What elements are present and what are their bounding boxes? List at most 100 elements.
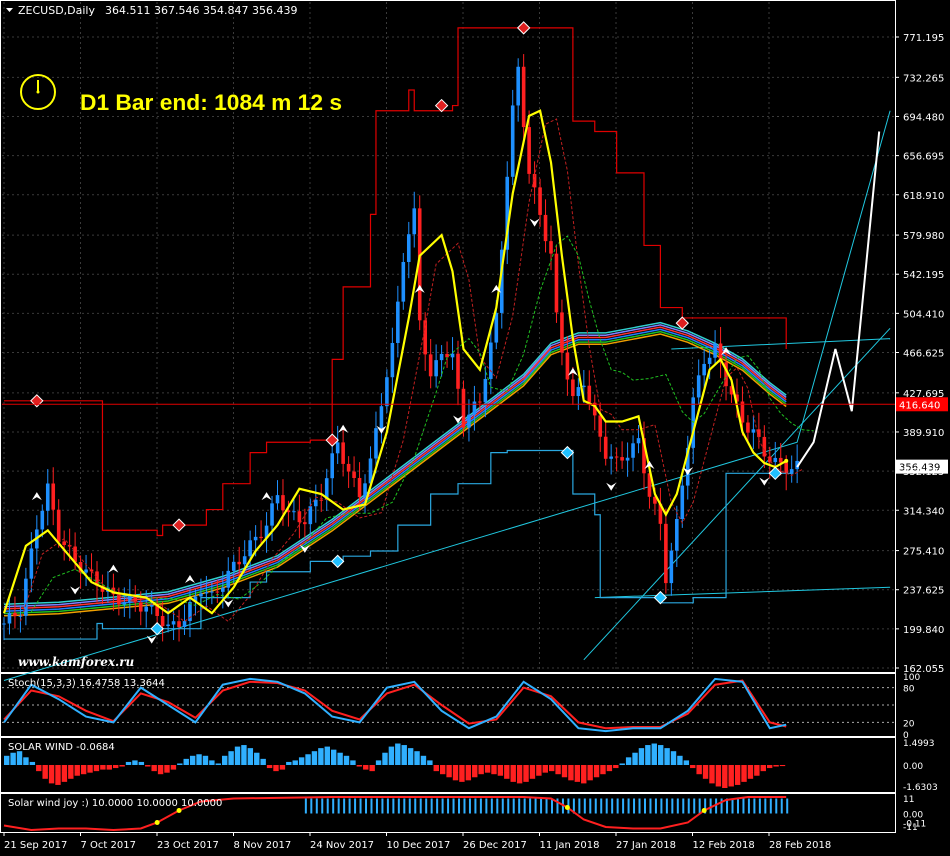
solar-wind-bar — [234, 746, 241, 765]
solar-wind-bar — [401, 745, 407, 765]
candle-body — [319, 499, 324, 501]
candle-body — [587, 385, 592, 403]
candle-body — [270, 503, 274, 526]
solar-wind-bar — [478, 765, 484, 775]
candle-body — [363, 483, 367, 498]
solar-wind-bar — [106, 765, 112, 770]
solar-wind-bar — [177, 763, 183, 765]
joy-bar — [687, 798, 690, 814]
candle-body — [56, 509, 61, 542]
x-tick-label: 10 Dec 2017 — [387, 840, 451, 851]
candle-body — [231, 561, 236, 571]
candle-body — [751, 429, 756, 433]
candle-body — [746, 422, 750, 433]
candle-body — [352, 471, 356, 478]
joy-bar — [343, 798, 346, 814]
dropdown-triangle-icon[interactable] — [6, 8, 13, 12]
solar-wind-panel: 1.4993 0.00 -1.6303 — [4, 739, 938, 793]
y-tick-label: 771.195 — [903, 33, 944, 44]
solar-wind-bar — [504, 765, 510, 779]
solar-wind-bar — [593, 765, 600, 778]
blue-diamond-icon — [768, 466, 782, 481]
solar-wind-bar — [690, 765, 696, 769]
candle-body — [374, 428, 378, 459]
solar-wind-bar — [343, 755, 350, 765]
candle-body — [483, 378, 488, 403]
solar-wind-bar — [330, 749, 337, 765]
candle-body — [29, 548, 34, 579]
joy-bar — [479, 798, 482, 814]
joy-bar — [540, 798, 543, 814]
stoch-tick-label: 20 — [903, 719, 915, 729]
candle-body — [456, 353, 460, 389]
solar-wind-bar — [298, 757, 305, 765]
joy-highlight — [701, 808, 707, 813]
candle-body — [773, 457, 778, 463]
joy-bar — [447, 798, 450, 814]
joy-bar — [458, 798, 461, 814]
joy-bar — [649, 798, 652, 814]
candle-body — [625, 457, 630, 461]
blue-diamond-icon — [653, 590, 668, 605]
candle-body — [434, 360, 438, 377]
joy-bar — [485, 798, 488, 814]
joy-bar — [643, 798, 646, 814]
solar-wind-bar — [709, 765, 715, 784]
solar-wind-bar — [189, 755, 196, 765]
solar-wind-bar — [170, 765, 177, 770]
candle-body — [494, 312, 499, 343]
joy-bar — [403, 798, 406, 814]
solar-wind-bar — [266, 765, 273, 769]
joy-bar — [321, 798, 324, 814]
stoch-tick-label: 80 — [903, 685, 915, 695]
candle-body — [226, 570, 231, 588]
solar-wind-bar — [164, 765, 170, 773]
solar-wind-bar — [260, 758, 266, 765]
solar-wind-bar — [382, 752, 388, 765]
up-arrow-icon — [108, 564, 119, 573]
joy-bar — [589, 798, 592, 814]
candle-body — [237, 561, 242, 565]
candle-body — [664, 523, 668, 584]
solar-wind-bar — [375, 760, 382, 765]
solar-wind-bar — [625, 757, 632, 765]
solar-wind-bar — [529, 765, 536, 779]
solar-wind-bar — [36, 765, 42, 772]
solar-wind-bar — [747, 765, 754, 779]
ribbon-line — [3, 326, 787, 610]
joy-bar — [332, 798, 335, 814]
red-diamond-icon — [434, 98, 449, 113]
chart-header: ZECUSD,Daily 364.511 367.546 354.847 356… — [6, 4, 297, 17]
watermark: www.kamforex.ru — [18, 655, 135, 669]
solar-wind-bar — [734, 765, 741, 785]
solar-wind-bar — [119, 765, 125, 767]
joy-bar — [638, 798, 641, 814]
joy-bar — [452, 798, 455, 814]
solar-wind-bar — [664, 748, 670, 765]
candle-body — [204, 592, 209, 594]
candle-body — [297, 511, 302, 523]
solar-wind-bar — [395, 743, 401, 765]
joy-bar — [578, 798, 581, 814]
candle-body — [313, 499, 318, 507]
joy-bar — [676, 798, 679, 814]
solar-wind-bar — [145, 765, 151, 767]
solar-wind-bar — [241, 745, 247, 765]
candle-body — [620, 457, 624, 461]
y-axis-labels: 771.195 732.265 694.480 656.695 618.910 579.9… — [895, 33, 944, 675]
candle-body — [248, 540, 252, 557]
joy-bar — [348, 798, 351, 814]
white-projection — [796, 131, 881, 468]
solar-wind-bar — [651, 743, 657, 765]
blue-diamond-icon — [330, 554, 345, 569]
joy-bar — [337, 798, 340, 814]
candle-body — [549, 241, 553, 254]
candle-body — [242, 556, 247, 565]
solar-wind-bar — [125, 761, 132, 765]
joy-bar — [468, 798, 471, 814]
candle-body — [680, 485, 685, 519]
cyan-channel-lower — [583, 327, 891, 661]
solar-wind-bar — [452, 765, 459, 781]
red-diamond-icon — [30, 394, 44, 408]
joy-bar — [463, 798, 466, 814]
